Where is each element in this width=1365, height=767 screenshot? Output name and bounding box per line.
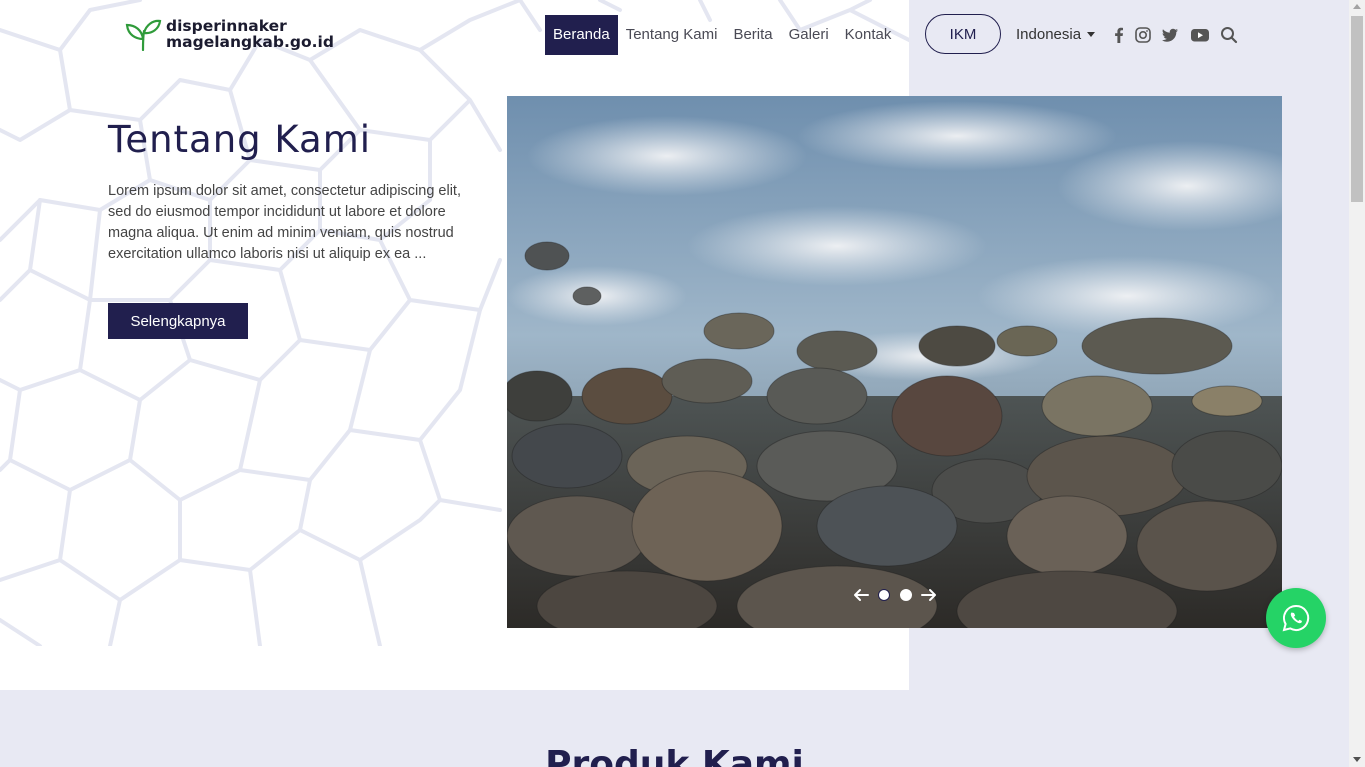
carousel-dot-1[interactable]: [878, 589, 890, 601]
search-icon[interactable]: [1220, 26, 1238, 44]
whatsapp-icon: [1282, 604, 1310, 632]
scroll-up-icon[interactable]: [1353, 4, 1361, 9]
section-title: Produk Kami: [545, 744, 804, 767]
language-dropdown[interactable]: Indonesia: [1016, 26, 1096, 43]
scrollbar-thumb[interactable]: [1351, 16, 1363, 202]
language-label: Indonesia: [1016, 26, 1082, 43]
site-logo[interactable]: disperinnaker magelangkab.go.id: [124, 17, 334, 51]
youtube-icon[interactable]: [1190, 26, 1210, 44]
scroll-down-icon[interactable]: [1353, 757, 1361, 762]
nav-item-kontak[interactable]: Kontak: [837, 15, 900, 55]
logo-line-2: magelangkab.go.id: [166, 33, 334, 51]
arrow-right-icon[interactable]: [920, 586, 938, 604]
read-more-button[interactable]: Selengkapnya: [108, 303, 248, 339]
logo-line-1: disperinnaker: [166, 17, 287, 35]
vertical-scrollbar[interactable]: [1349, 0, 1365, 767]
caret-down-icon: [1087, 32, 1096, 37]
page: disperinnaker magelangkab.go.id Beranda …: [0, 0, 1349, 767]
hero-description: Lorem ipsum dolor sit amet, consectetur …: [108, 183, 461, 262]
leaf-logo-icon: [125, 19, 162, 51]
pebbles-photo: [507, 96, 1282, 628]
nav-item-beranda[interactable]: Beranda: [545, 15, 618, 55]
carousel-controls: [852, 586, 938, 604]
ikm-button[interactable]: IKM: [925, 14, 1001, 54]
whatsapp-button[interactable]: [1266, 588, 1326, 648]
main-nav: Beranda Tentang Kami Berita Galeri Konta…: [545, 15, 899, 55]
hero-carousel-image: [507, 96, 1282, 628]
facebook-icon[interactable]: [1110, 26, 1128, 44]
nav-item-tentang-kami[interactable]: Tentang Kami: [618, 15, 726, 55]
hero-bottom-band: [0, 646, 909, 690]
nav-item-berita[interactable]: Berita: [725, 15, 780, 55]
carousel-dot-2[interactable]: [900, 589, 912, 601]
instagram-icon[interactable]: [1134, 26, 1152, 44]
arrow-left-icon[interactable]: [852, 586, 870, 604]
hero-title: Tentang Kami: [108, 118, 372, 161]
twitter-icon[interactable]: [1161, 26, 1179, 44]
nav-item-galeri[interactable]: Galeri: [781, 15, 837, 55]
